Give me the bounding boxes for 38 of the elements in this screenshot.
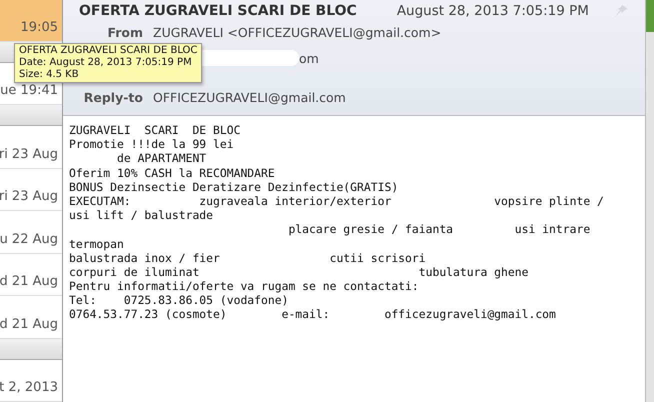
pin-icon[interactable]	[612, 4, 629, 18]
body-line: Pentru informatii/oferte va rugam se ne contactati:	[69, 279, 420, 294]
tooltip-line: OFERTA ZUGRAVELI SCARI DE BLOC	[19, 45, 198, 57]
message-time: ue 19:41	[0, 83, 58, 98]
body-line: 0764.53.77.23 (cosmote) e-mail: officezugraveli@gmail.com	[69, 307, 557, 322]
group-header-bar	[0, 338, 62, 360]
message-time: 19:05	[20, 20, 58, 35]
message-time: ri 23 Aug	[0, 189, 58, 204]
field-value: OFFICEZUGRAVELI@gmail.com	[153, 90, 346, 104]
body-line: usi lift / balustrade	[69, 208, 214, 222]
message-row[interactable]: ri 23 Aug	[0, 168, 62, 212]
body-line: balustrada inox / fier cutii scrisori	[69, 250, 427, 265]
body-line: Tel: 0725.83.86.05 (vodafone)	[69, 293, 290, 308]
body-line: corpuri de iluminat tubulatura ghene	[69, 264, 530, 280]
body-line: Promotie !!!de la 99 lei	[69, 137, 235, 152]
body-line: termopan	[69, 236, 125, 251]
message-time: d 21 Aug	[0, 274, 58, 290]
message-row[interactable]: ri 23 Aug	[0, 126, 62, 169]
edge-bar	[646, 0, 654, 32]
message-date: August 28, 2013 7:05:19 PM	[396, 3, 589, 19]
group-header-bar	[0, 105, 62, 126]
message-row[interactable]: u 22 Aug	[0, 211, 62, 254]
body-line: placare gresie / faianta usi intrare	[287, 222, 592, 236]
body-line: BONUS Dezinsectie Deratizare Dezinfectie(GRATIS)	[69, 180, 400, 194]
message-time: d 21 Aug	[0, 316, 58, 332]
message-row[interactable]: d 21 Aug	[0, 254, 62, 296]
body-line: de APARTAMENT	[116, 151, 208, 166]
body-line: EXECUTAM: zugraveala interior/exterior vopsire plinte /	[69, 194, 605, 208]
message-time: u 22 Aug	[0, 232, 58, 247]
message-subject: OFERTA ZUGRAVELI SCARI DE BLOC	[79, 3, 357, 19]
message-row[interactable]: 19:05	[0, 0, 62, 42]
body-line: ZUGRAVELI SCARI DE BLOC	[69, 123, 242, 138]
message-time: ri 23 Aug	[0, 146, 58, 162]
field-label: Reply-to	[84, 90, 143, 104]
body-line: Oferim 10% CASH la RECOMANDARE	[69, 166, 276, 180]
field-value: ZUGRAVELI <OFFICEZUGRAVELI@gmail.com>	[153, 24, 442, 40]
field-label: From	[107, 24, 143, 40]
field-value: om	[299, 50, 319, 66]
